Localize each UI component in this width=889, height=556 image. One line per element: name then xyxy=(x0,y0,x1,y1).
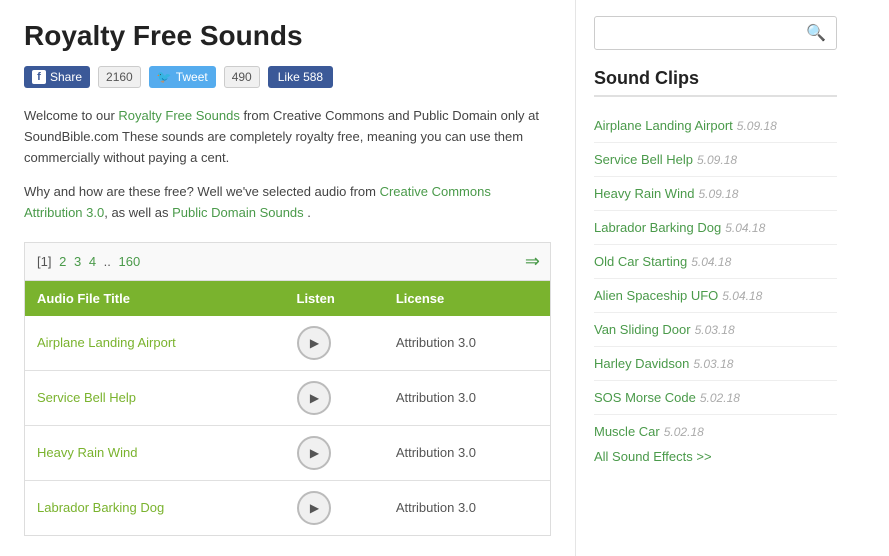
audio-table-wrapper: [1] 2 3 4 .. 160 ⇒ Audio File Title List… xyxy=(24,242,551,536)
clip-link[interactable]: Labrador Barking Dog xyxy=(594,220,721,235)
list-item: Alien Spaceship UFO 5.04.18 xyxy=(594,279,837,313)
page-title: Royalty Free Sounds xyxy=(24,20,551,52)
list-item: SOS Morse Code 5.02.18 xyxy=(594,381,837,415)
next-page-button[interactable]: ⇒ xyxy=(525,251,540,272)
clip-date: 5.03.18 xyxy=(695,323,735,337)
royalty-free-sounds-link[interactable]: Royalty Free Sounds xyxy=(118,108,239,123)
clip-link[interactable]: Van Sliding Door xyxy=(594,322,691,337)
table-nav: [1] 2 3 4 .. 160 ⇒ xyxy=(25,243,550,281)
audio-title-cell: Labrador Barking Dog xyxy=(25,480,285,535)
table-row: Airplane Landing Airport Attribution 3.0 xyxy=(25,316,550,371)
search-button[interactable]: 🔍 xyxy=(796,17,836,49)
audio-license-cell: Attribution 3.0 xyxy=(384,370,550,425)
twitter-tweet-button[interactable]: 🐦 Tweet xyxy=(149,66,216,88)
table-row: Service Bell Help Attribution 3.0 xyxy=(25,370,550,425)
main-content: Royalty Free Sounds f Share 2160 🐦 Tweet… xyxy=(0,0,575,556)
audio-play-cell xyxy=(285,480,384,535)
audio-license-cell: Attribution 3.0 xyxy=(384,316,550,371)
clip-date: 5.02.18 xyxy=(700,391,740,405)
facebook-icon: f xyxy=(32,70,46,84)
sidebar-section-title: Sound Clips xyxy=(594,68,837,97)
play-button[interactable] xyxy=(297,326,331,360)
pagination: [1] 2 3 4 .. 160 xyxy=(35,254,142,269)
audio-title-cell: Heavy Rain Wind xyxy=(25,425,285,480)
clip-link[interactable]: SOS Morse Code xyxy=(594,390,696,405)
clip-list: Airplane Landing Airport5.09.18Service B… xyxy=(594,109,837,448)
list-item: Harley Davidson 5.03.18 xyxy=(594,347,837,381)
page-ellipsis: .. xyxy=(104,254,111,269)
linkedin-like-button[interactable]: Like 588 xyxy=(268,66,333,88)
clip-link[interactable]: Muscle Car xyxy=(594,424,660,439)
clip-link[interactable]: Old Car Starting xyxy=(594,254,687,269)
clip-link[interactable]: Heavy Rain Wind xyxy=(594,186,694,201)
list-item: Van Sliding Door 5.03.18 xyxy=(594,313,837,347)
list-item: Service Bell Help 5.09.18 xyxy=(594,143,837,177)
clip-date: 5.09.18 xyxy=(697,153,737,167)
clip-link[interactable]: Airplane Landing Airport xyxy=(594,118,733,133)
list-item: Old Car Starting 5.04.18 xyxy=(594,245,837,279)
clip-date: 5.04.18 xyxy=(691,255,731,269)
list-item: Muscle Car 5.02.18 xyxy=(594,415,837,448)
fb-label: Share xyxy=(50,70,82,84)
clip-date: 5.09.18 xyxy=(737,119,777,133)
fb-count: 2160 xyxy=(98,66,141,88)
clip-date: 5.04.18 xyxy=(725,221,765,235)
sidebar: 🔍 Sound Clips Airplane Landing Airport 5.… xyxy=(575,0,855,556)
clip-date: 5.03.18 xyxy=(693,357,733,371)
current-page: [1] xyxy=(37,254,51,269)
li-label: Like 588 xyxy=(278,70,323,84)
audio-play-cell xyxy=(285,370,384,425)
intro-paragraph: Welcome to our Royalty Free Sounds from … xyxy=(24,106,551,168)
clip-date: 5.09.18 xyxy=(698,187,738,201)
facebook-share-button[interactable]: f Share xyxy=(24,66,90,88)
audio-title-cell: Airplane Landing Airport xyxy=(25,316,285,371)
col-listen: Listen xyxy=(285,281,384,316)
social-bar: f Share 2160 🐦 Tweet 490 Like 588 xyxy=(24,66,551,88)
clip-date: 5.02.18 xyxy=(664,425,704,439)
all-effects-link[interactable]: All Sound Effects >> xyxy=(594,449,712,464)
play-button[interactable] xyxy=(297,491,331,525)
table-header-row: Audio File Title Listen License xyxy=(25,281,550,316)
page-160-link[interactable]: 160 xyxy=(119,254,141,269)
audio-license-cell: Attribution 3.0 xyxy=(384,480,550,535)
clip-link[interactable]: Harley Davidson xyxy=(594,356,689,371)
audio-play-cell xyxy=(285,425,384,480)
list-item: Airplane Landing Airport 5.09.18 xyxy=(594,109,837,143)
audio-title-link[interactable]: Labrador Barking Dog xyxy=(37,500,164,515)
table-row: Labrador Barking Dog Attribution 3.0 xyxy=(25,480,550,535)
play-button[interactable] xyxy=(297,381,331,415)
col-license: License xyxy=(384,281,550,316)
audio-title-link[interactable]: Heavy Rain Wind xyxy=(37,445,137,460)
tw-count: 490 xyxy=(224,66,260,88)
page-4-link[interactable]: 4 xyxy=(89,254,96,269)
why-paragraph: Why and how are these free? Well we've s… xyxy=(24,182,551,224)
list-item: Labrador Barking Dog 5.04.18 xyxy=(594,211,837,245)
play-button[interactable] xyxy=(297,436,331,470)
page-3-link[interactable]: 3 xyxy=(74,254,81,269)
audio-play-cell xyxy=(285,316,384,371)
audio-title-link[interactable]: Airplane Landing Airport xyxy=(37,335,176,350)
audio-table: Audio File Title Listen License Airplane… xyxy=(25,281,550,535)
public-domain-link[interactable]: Public Domain Sounds xyxy=(172,205,304,220)
audio-license-cell: Attribution 3.0 xyxy=(384,425,550,480)
tw-label: Tweet xyxy=(176,70,208,84)
page-2-link[interactable]: 2 xyxy=(59,254,66,269)
table-row: Heavy Rain Wind Attribution 3.0 xyxy=(25,425,550,480)
col-title: Audio File Title xyxy=(25,281,285,316)
clip-date: 5.04.18 xyxy=(722,289,762,303)
audio-title-link[interactable]: Service Bell Help xyxy=(37,390,136,405)
clip-link[interactable]: Service Bell Help xyxy=(594,152,693,167)
search-bar: 🔍 xyxy=(594,16,837,50)
clip-link[interactable]: Alien Spaceship UFO xyxy=(594,288,718,303)
list-item: Heavy Rain Wind 5.09.18 xyxy=(594,177,837,211)
search-input[interactable] xyxy=(595,19,796,48)
audio-title-cell: Service Bell Help xyxy=(25,370,285,425)
twitter-icon: 🐦 xyxy=(157,70,172,84)
